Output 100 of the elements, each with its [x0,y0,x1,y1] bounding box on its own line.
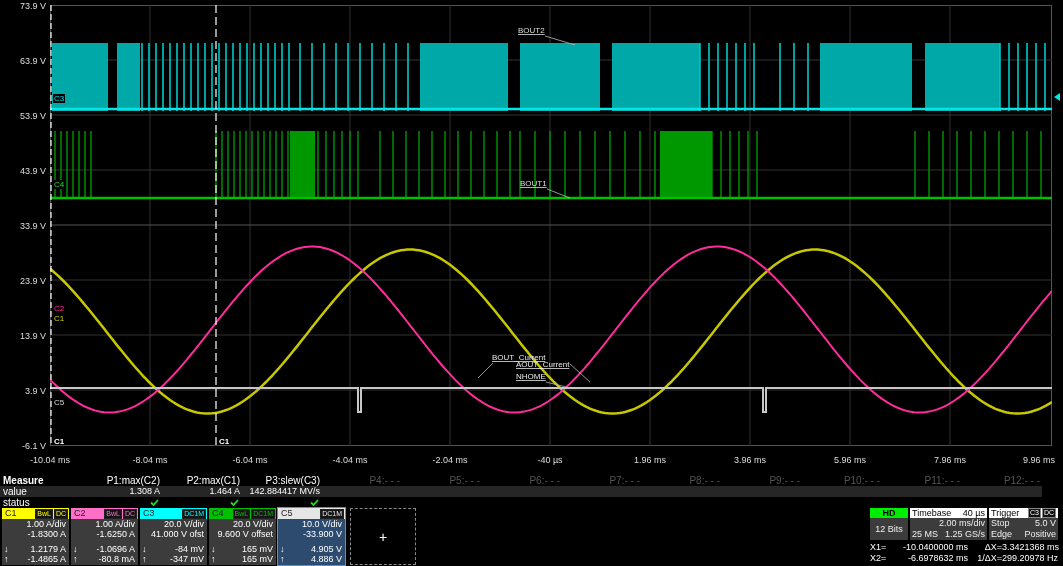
cursor-arrow: ↑ [73,554,78,564]
channel-marker: C2 [54,304,65,313]
channel-scale: 20.0 V/div [231,519,274,529]
channel-offset: 9.600 V offset [216,529,274,539]
channel-scale: 1.00 A/div [25,519,67,529]
cursor-delta-value: 299.20978 Hz [1002,553,1058,564]
cursor-reading: 165 mV [241,544,273,554]
cursor-label: X2= [870,553,888,564]
cursor-reading: -1.4865 A [27,554,66,564]
measure-value: 1.308 A [128,486,161,497]
trigger-level: 5.0 V [1035,518,1056,529]
measure-parameter[interactable]: P3:slew(C3) [242,475,322,486]
channel-marker: C5 [54,398,65,407]
cursor-reading: -80.8 mA [98,554,135,564]
trigger-type: Edge [991,529,1013,540]
x-axis-label: -6.04 ms [232,455,268,465]
trace-label: BOUT1 [520,179,547,188]
cursor-delta-label: 1/ΔX= [976,553,1002,564]
y-axis-label: 13.9 V [19,330,47,342]
channel-offset: -1.6250 A [95,529,136,539]
add-channel-button[interactable]: + [350,508,416,565]
x-axis-label: 9.96 ms [1023,455,1056,465]
x-axis-label: -10.04 ms [30,455,70,465]
measure-row-label: value [2,486,28,497]
y-axis-label: 63.9 V [19,55,47,67]
cursor-reading: -1.0696 A [96,544,135,554]
channel-name: C3 [143,508,156,519]
cursor-arrow: ↑ [280,554,285,564]
channel-offset: -1.8300 A [26,529,67,539]
measure-value: 142.884417 MV/s [248,486,321,497]
timebase-panel[interactable]: Timebase 40 µs 2.00 ms/div 25 MS 1.25 GS/s [910,508,987,540]
y-axis-label: 53.9 V [19,110,47,122]
measure-value: 1.464 A [208,486,241,497]
cursor-arrow: ↓ [280,544,285,554]
y-axis-label: 73.9 V [19,0,47,12]
acquisition-panel[interactable]: HD 12 Bits [870,508,908,540]
trigger-title: Trigger [991,508,1020,518]
trigger-level-icon [1054,93,1060,101]
x-axis-label: -4.04 ms [332,455,368,465]
channel-scale: 1.00 A/div [94,519,136,529]
cursor-arrow: ↓ [4,544,9,554]
x-axis-label: -2.04 ms [432,455,468,465]
channel-marker: C1 [54,314,65,323]
cursor-value: -6.6978632 ms [906,553,968,564]
measure-parameter[interactable]: P1:max(C2) [82,475,162,486]
x-axis-label: 5.96 ms [834,455,866,465]
leader-line [544,35,576,46]
channel-name: C1 [5,508,18,519]
cursor-label: C1 [219,437,230,446]
cursor-label: X1= [870,542,888,553]
trace-label: NHOME [516,372,546,381]
cursor-reading: 4.905 V [310,544,342,554]
cursor-reading: 165 mV [241,554,273,564]
cursor-arrow: ↓ [142,544,147,554]
cursor-reading: 4.886 V [310,554,342,564]
cursor-label: C1 [54,437,65,446]
y-axis-label: -6.1 V [22,440,47,452]
channel-marker: C4 [54,180,65,189]
x-axis-label: 7.96 ms [934,455,966,465]
x-axis-label: 3.96 ms [734,455,766,465]
timebase-delay: 40 µs [962,508,985,518]
channel-offset: 41.000 V ofst [149,529,205,539]
sample-rate: 1.25 GS/s [944,529,985,540]
acquisition-mode-label: HD [882,508,896,518]
cursor-arrow: ↑ [211,554,216,564]
check-icon [150,499,159,506]
channel-name: C4 [212,508,225,519]
measure-parameter[interactable]: P2:max(C1) [162,475,242,486]
x-axis-label: 1.96 ms [634,455,666,465]
channel-scale: 20.0 V/div [162,519,205,529]
x-axis-label: -8.04 ms [132,455,168,465]
trace-label: BOUT2 [518,26,545,35]
channel-scale: 10.0 V/div [300,519,343,529]
cursor-arrow: ↑ [4,554,9,564]
measure-title: Measure [2,475,45,486]
cursor-reading: -347 mV [170,554,204,564]
check-icon [310,499,319,506]
cursor-delta-value: 3.3421368 ms [1002,542,1058,553]
x-axis-label: -40 µs [537,455,563,465]
trigger-mode: Stop [991,518,1010,529]
y-axis-label: 43.9 V [19,165,47,177]
cursor-arrow: ↓ [73,544,78,554]
channel-marker: C3 [54,94,65,103]
y-axis-label: 33.9 V [19,220,47,232]
leader-line [477,362,494,379]
cursor-delta-label: ΔX= [983,542,1002,553]
check-icon [230,499,239,506]
trigger-slope: Positive [1024,529,1056,540]
channel-name: C2 [74,508,87,519]
timebase-rate: 2.00 ms/div [938,518,985,529]
leader-line [546,188,571,199]
channel-offset: -33.900 V [301,529,343,539]
bit-depth: 12 Bits [875,523,903,535]
channel-name: C5 [281,508,294,519]
timebase-title: Timebase [912,508,952,518]
y-axis-label: 23.9 V [19,275,47,287]
cursor-arrow: ↓ [211,544,216,554]
measure-row-label: status [2,497,31,508]
cursor-reading: 1.2179 A [30,544,66,554]
cursor-arrow: ↑ [142,554,147,564]
